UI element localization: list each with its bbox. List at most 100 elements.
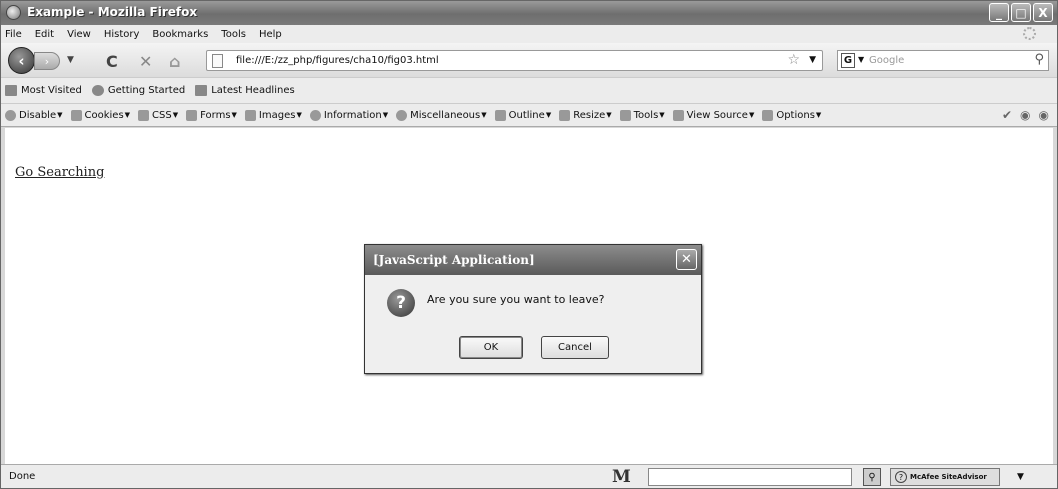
dev-forms[interactable]: Forms ▼ xyxy=(186,109,237,121)
bookmarks-toolbar: Most Visited Getting Started Latest Head… xyxy=(1,77,1057,103)
dropdown-arrow-icon: ▼ xyxy=(606,111,612,119)
cookies-icon xyxy=(70,109,82,121)
dev-information[interactable]: Information ▼ xyxy=(309,109,388,121)
home-icon[interactable]: ⌂ xyxy=(169,52,180,71)
stop-icon[interactable]: ✕ xyxy=(139,52,152,71)
close-button[interactable]: X xyxy=(1033,3,1053,22)
menu-help[interactable]: Help xyxy=(259,29,282,40)
menu-bar: File Edit View History Bookmarks Tools H… xyxy=(1,25,1057,43)
js-status-icon[interactable]: ◉ xyxy=(1039,108,1049,122)
window-title: Example - Mozilla Firefox xyxy=(27,5,198,19)
menu-edit[interactable]: Edit xyxy=(35,29,54,40)
dropdown-arrow-icon: ▼ xyxy=(231,111,237,119)
dev-options[interactable]: Options ▼ xyxy=(762,109,821,121)
title-bar[interactable]: Example - Mozilla Firefox _ □ X xyxy=(1,1,1057,25)
history-dropdown-icon[interactable]: ▼ xyxy=(67,55,74,65)
search-placeholder[interactable]: Google xyxy=(869,55,904,66)
outline-icon xyxy=(494,109,506,121)
css-status-icon[interactable]: ◉ xyxy=(1020,108,1030,122)
dev-status-icons: ✔ ◉ ◉ xyxy=(1002,108,1049,122)
disable-icon xyxy=(5,109,16,121)
status-search-field[interactable] xyxy=(648,468,852,486)
menu-history[interactable]: History xyxy=(104,29,140,40)
dev-label: Disable xyxy=(19,109,57,121)
dev-disable[interactable]: Disable ▼ xyxy=(5,109,63,121)
dev-images[interactable]: Images ▼ xyxy=(244,109,302,121)
folder-icon xyxy=(5,85,17,96)
dev-view-source[interactable]: View Source ▼ xyxy=(672,109,755,121)
bookmark-getting-started[interactable]: Getting Started xyxy=(91,85,186,96)
dev-label: Resize xyxy=(573,109,606,121)
dialog-title: [JavaScript Application] xyxy=(373,253,535,267)
web-developer-toolbar: Disable ▼ Cookies ▼ CSS ▼ Forms ▼ Images ▼ In… xyxy=(1,103,1057,127)
go-searching-link[interactable]: Go Searching xyxy=(15,165,104,180)
siteadvisor-dropdown-icon[interactable]: ▼ xyxy=(1017,472,1024,482)
dialog-message: Are you sure you want to leave? xyxy=(427,293,605,306)
siteadvisor-button[interactable]: ? McAfee SiteAdvisor xyxy=(890,468,1000,486)
dev-label: Options xyxy=(776,109,815,121)
resize-icon xyxy=(559,109,571,121)
dev-label: Outline xyxy=(508,109,545,121)
status-search-button[interactable]: ⚲ xyxy=(863,468,881,486)
url-text[interactable]: file:///E:/zz_php/figures/cha10/fig03.ht… xyxy=(236,55,439,66)
menu-tools[interactable]: Tools xyxy=(221,29,246,40)
menu-view[interactable]: View xyxy=(67,29,91,40)
dropdown-arrow-icon: ▼ xyxy=(172,111,179,119)
dropdown-arrow-icon: ▼ xyxy=(659,111,665,119)
checkmark-icon[interactable]: ✔ xyxy=(1002,108,1012,122)
browser-window: Example - Mozilla Firefox _ □ X File Edi… xyxy=(0,0,1058,489)
page-icon xyxy=(212,54,223,68)
search-engine-dropdown-icon[interactable]: ▼ xyxy=(858,55,864,64)
bookmark-label: Latest Headlines xyxy=(211,85,295,96)
dev-outline[interactable]: Outline ▼ xyxy=(494,109,552,121)
search-icon[interactable]: ⚲ xyxy=(1034,52,1044,67)
back-button[interactable]: ‹ xyxy=(8,47,35,74)
menu-bookmarks[interactable]: Bookmarks xyxy=(152,29,208,40)
dev-label: Miscellaneous xyxy=(410,109,481,121)
dev-label: Information xyxy=(323,109,382,121)
ok-button[interactable]: OK xyxy=(459,336,523,359)
dropdown-arrow-icon: ▼ xyxy=(481,111,487,119)
dialog-close-button[interactable]: ✕ xyxy=(676,249,697,270)
firefox-icon xyxy=(91,85,104,96)
bookmark-most-visited[interactable]: Most Visited xyxy=(5,85,82,96)
minimize-button[interactable]: _ xyxy=(989,3,1009,22)
search-engine-icon[interactable]: G xyxy=(841,53,855,68)
forms-icon xyxy=(186,109,198,121)
dev-css[interactable]: CSS ▼ xyxy=(138,109,179,121)
dev-tools[interactable]: Tools ▼ xyxy=(619,109,665,121)
bookmark-star-icon[interactable]: ☆ xyxy=(787,52,800,68)
bookmark-latest-headlines[interactable]: Latest Headlines xyxy=(195,85,295,96)
dev-miscellaneous[interactable]: Miscellaneous ▼ xyxy=(396,109,487,121)
throbber-icon xyxy=(1023,27,1036,40)
css-icon xyxy=(138,109,150,121)
confirm-dialog: [JavaScript Application] ✕ ? Are you sur… xyxy=(364,244,702,374)
menu-file[interactable]: File xyxy=(5,29,22,40)
dropdown-arrow-icon: ▼ xyxy=(545,111,552,119)
forward-button[interactable]: › xyxy=(34,52,60,70)
url-dropdown-icon[interactable]: ▼ xyxy=(809,55,816,65)
dropdown-arrow-icon: ▼ xyxy=(296,111,302,119)
dev-label: CSS xyxy=(152,109,172,121)
status-text: Done xyxy=(9,471,36,482)
images-icon xyxy=(244,109,256,121)
cancel-button[interactable]: Cancel xyxy=(541,336,609,359)
window-controls: _ □ X xyxy=(989,3,1053,22)
reload-icon[interactable]: C xyxy=(106,52,118,71)
dialog-title-bar[interactable]: [JavaScript Application] ✕ xyxy=(365,245,701,275)
firefox-icon xyxy=(6,5,21,20)
view-source-icon xyxy=(672,109,684,121)
dev-cookies[interactable]: Cookies ▼ xyxy=(70,109,130,121)
navigation-toolbar: ‹ › ▼ C ✕ ⌂ file:///E:/zz_php/figures/ch… xyxy=(1,43,1057,77)
maximize-button[interactable]: □ xyxy=(1011,3,1031,22)
dropdown-arrow-icon: ▼ xyxy=(748,111,755,119)
dev-label: Images xyxy=(258,109,296,121)
m-addon-icon[interactable]: M xyxy=(612,467,631,487)
dev-resize[interactable]: Resize ▼ xyxy=(559,109,612,121)
information-icon xyxy=(309,109,321,121)
search-bar[interactable]: G ▼ Google ⚲ xyxy=(837,50,1049,71)
url-bar[interactable]: file:///E:/zz_php/figures/cha10/fig03.ht… xyxy=(206,50,823,71)
bookmark-label: Most Visited xyxy=(21,85,82,96)
bookmark-label: Getting Started xyxy=(107,85,186,96)
miscellaneous-icon xyxy=(396,109,408,121)
